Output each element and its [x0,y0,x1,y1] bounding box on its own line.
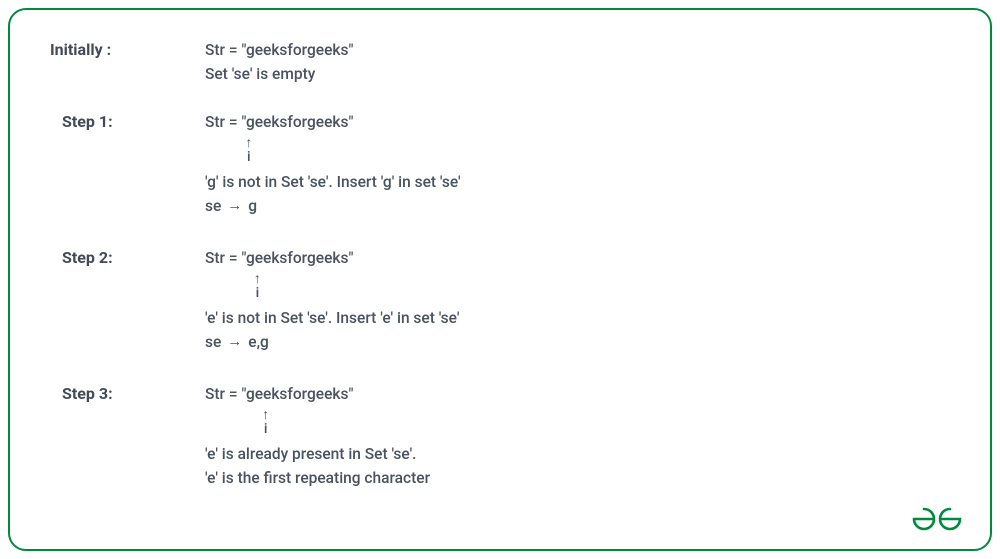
row-step-3: Step 3: Str = "geeksforgeeks" ↑ i 'e' is… [50,382,950,490]
initially-line-0: Str = "geeksforgeeks" [205,38,950,62]
content-initially: Str = "geeksforgeeks" Set 'se' is empty [205,38,950,86]
pointer-arrow-icon-3: ↑ [262,408,269,422]
row-step-2: Step 2: Str = "geeksforgeeks" ↑ i 'e' is… [50,246,950,354]
content-step-2: Str = "geeksforgeeks" ↑ i 'e' is not in … [205,246,950,354]
right-arrow-icon-2: → [227,330,242,353]
set-line-2: se → e,g [205,330,950,354]
geeksforgeeks-logo-icon [910,505,964,533]
str-value-2: geeksforgeeks [246,249,349,267]
str-prefix-3: Str = " [205,385,246,403]
explain-2: 'e' is not in Set 'se'. Insert 'e' in se… [205,306,950,330]
str-prefix-1: Str = " [205,113,246,131]
explain-1: 'g' is not in Set 'se'. Insert 'g' in se… [205,170,950,194]
set-name-2: se [205,330,221,354]
pointer-label-1: i [247,150,251,164]
set-name-1: se [205,194,221,218]
content-step-1: Str = "geeksforgeeks" ↑ i 'g' is not in … [205,110,950,218]
pointer-3: ↑ i [262,408,269,436]
explain-3b: 'e' is the first repeating character [205,466,950,490]
set-contents-1: g [248,194,257,218]
str-suffix-1: " [348,113,353,131]
content-step-3: Str = "geeksforgeeks" ↑ i 'e' is already… [205,382,950,490]
diagram-frame: Initially : Str = "geeksforgeeks" Set 's… [8,8,992,551]
label-step-3: Step 3: [50,382,205,403]
pointer-wrap-1: ↑ i [205,136,950,168]
pointer-wrap-3: ↑ i [205,408,950,440]
row-initially: Initially : Str = "geeksforgeeks" Set 's… [50,38,950,86]
initially-line-1: Set 'se' is empty [205,62,950,86]
label-step-1: Step 1: [50,110,205,131]
pointer-arrow-icon-1: ↑ [245,136,252,150]
str-prefix-2: Str = " [205,249,246,267]
set-line-1: se → g [205,194,950,218]
label-initially: Initially : [50,38,205,59]
right-arrow-icon-1: → [227,194,242,217]
str-value-1: geeksforgeeks [246,113,349,131]
str-suffix-3: " [348,385,353,403]
label-step-2: Step 2: [50,246,205,267]
pointer-arrow-icon-2: ↑ [254,272,261,286]
str-value-3: geeksforgeeks [246,385,349,403]
pointer-label-2: i [256,286,260,300]
str-suffix-2: " [348,249,353,267]
row-step-1: Step 1: Str = "geeksforgeeks" ↑ i 'g' is… [50,110,950,218]
set-contents-2: e,g [248,330,269,354]
str-line-3: Str = "geeksforgeeks" [205,382,353,406]
pointer-label-3: i [264,422,268,436]
explain-3a: 'e' is already present in Set 'se'. [205,442,950,466]
str-line-1: Str = "geeksforgeeks" [205,110,353,134]
pointer-1: ↑ i [245,136,252,164]
pointer-2: ↑ i [254,272,261,300]
str-line-2: Str = "geeksforgeeks" [205,246,353,270]
pointer-wrap-2: ↑ i [205,272,950,304]
